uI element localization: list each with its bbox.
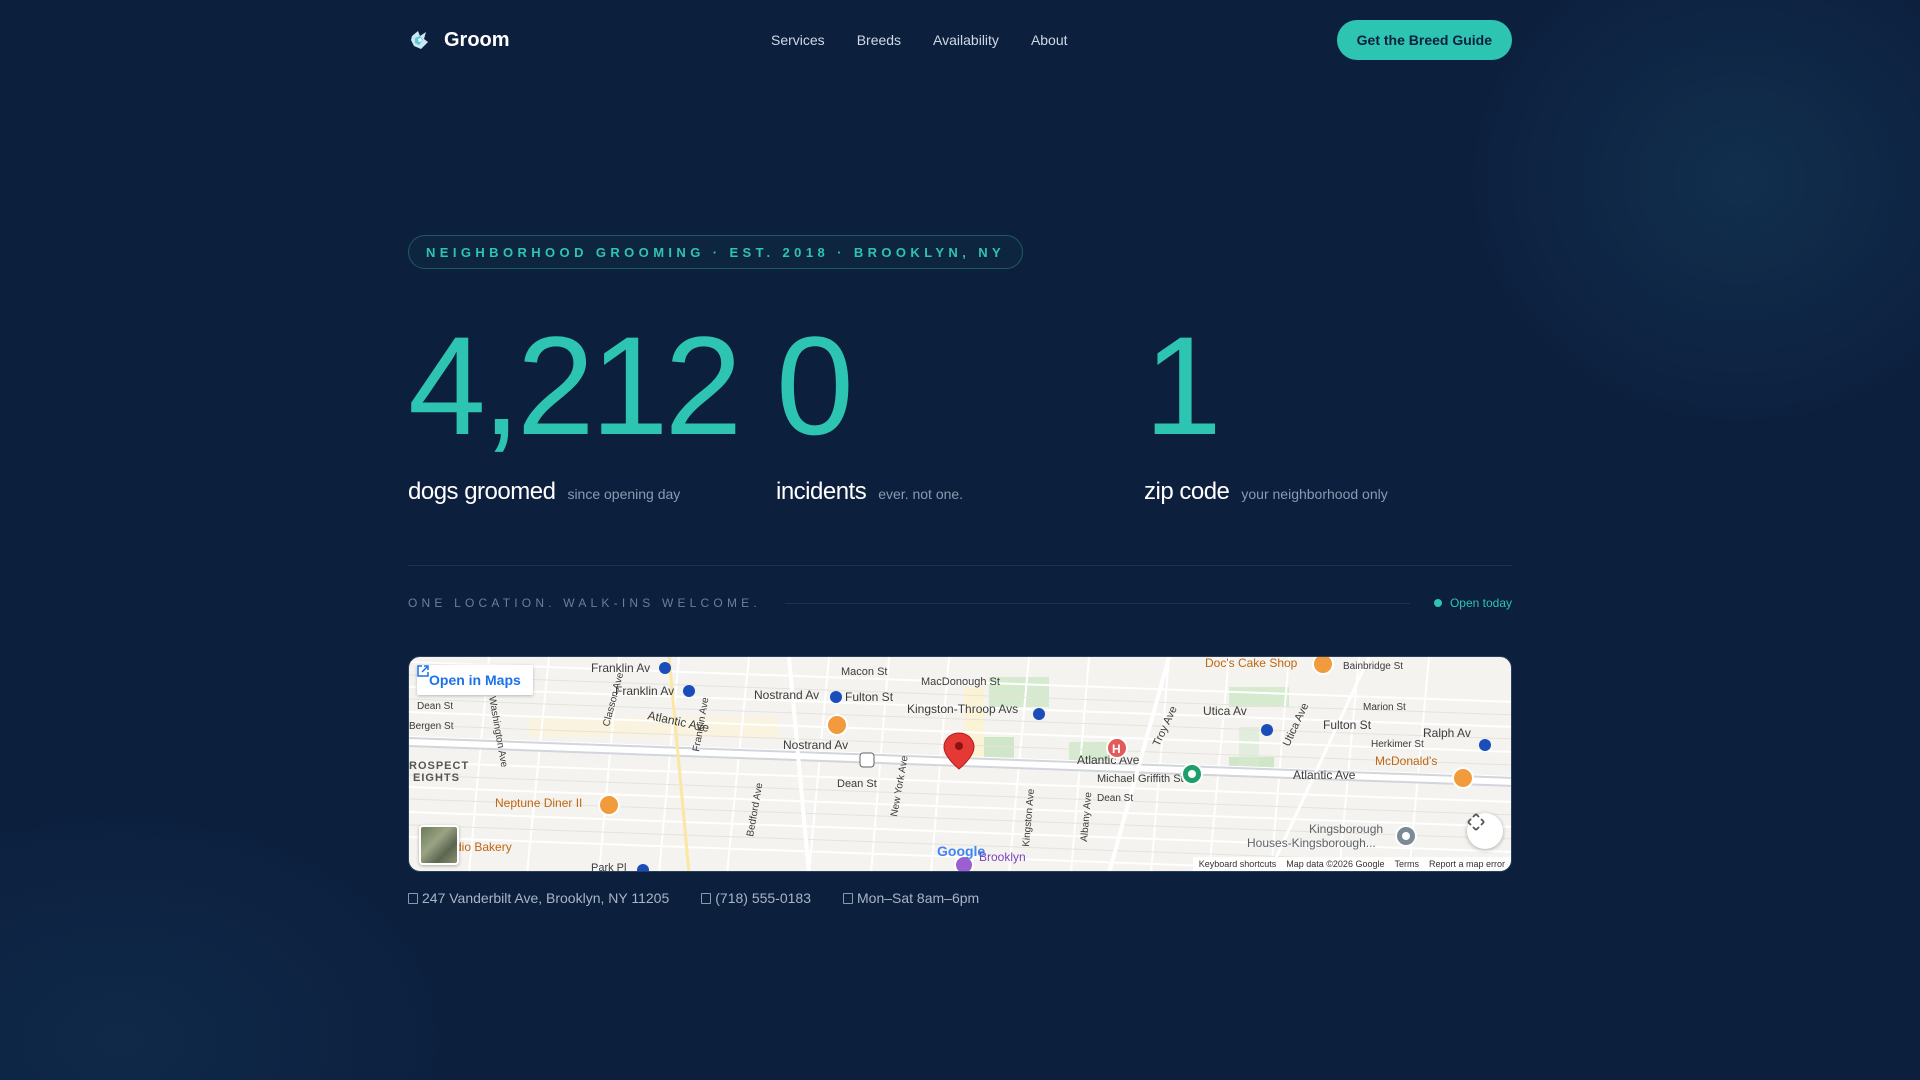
- stat-sub: ever. not one.: [878, 486, 964, 502]
- section-divider: [408, 565, 1512, 566]
- stat-value: 4,212: [408, 307, 742, 464]
- map-label: Fulton St: [845, 690, 894, 704]
- stat-sub: since opening day: [567, 486, 681, 502]
- keyboard-shortcuts-link[interactable]: Keyboard shortcuts: [1199, 859, 1277, 869]
- phone-item[interactable]: (718) 555-0183: [701, 890, 811, 906]
- open-in-maps-button[interactable]: Open in Maps: [417, 665, 533, 695]
- map-label: Franklin Av: [615, 684, 674, 698]
- background-glow: [0, 0, 1920, 1080]
- google-logo: Google: [937, 843, 985, 859]
- open-in-maps-label: Open in Maps: [429, 672, 521, 688]
- location-header: ONE LOCATION. WALK-INS WELCOME. Open tod…: [408, 596, 1512, 610]
- map-label: Bedford Ave: [745, 782, 765, 838]
- contact-info-row: 247 Vanderbilt Ave, Brooklyn, NY 11205 (…: [408, 890, 979, 906]
- location-title: ONE LOCATION. WALK-INS WELCOME.: [408, 596, 761, 610]
- top-nav: Groom Services Breeds Availability About…: [408, 20, 1512, 60]
- stat-dogs-groomed: 4,212 dogs groomed since opening day: [408, 316, 776, 506]
- map-label: Kingston-Throop Avs: [907, 702, 1018, 716]
- stat-label-row: dogs groomed since opening day: [408, 478, 776, 506]
- stat-zip-code: 1 zip code your neighborhood only: [1144, 316, 1512, 506]
- hospital-icon-glyph: H: [1112, 742, 1121, 756]
- stat-value: 1: [1144, 307, 1222, 464]
- map-label: Neptune Diner II: [495, 796, 582, 810]
- phone-icon: [701, 892, 712, 904]
- open-status-badge: Open today: [1433, 596, 1512, 610]
- map-label: Fulton St: [1323, 718, 1372, 732]
- open-status-text: Open today: [1449, 596, 1512, 610]
- park-pin-dot: [1188, 770, 1196, 778]
- stats-row: 4,212 dogs groomed since opening day 0 i…: [408, 316, 1512, 506]
- map-label: Brooklyn: [979, 850, 1026, 864]
- clock-icon: [843, 892, 853, 904]
- map-canvas[interactable]: Franklin Av Franklin Av Nostrand Av Fult…: [409, 657, 1512, 872]
- address-text: 247 Vanderbilt Ave, Brooklyn, NY 11205: [422, 890, 670, 906]
- hours-item: Mon–Sat 8am–6pm: [843, 890, 979, 906]
- map-label: Atlantic Ave: [1077, 753, 1140, 767]
- stat-value: 0: [776, 307, 854, 464]
- map-label: Bergen St: [409, 721, 454, 732]
- map-label: Ralph Av: [1423, 726, 1471, 740]
- map-label: Herkimer St: [1371, 739, 1424, 750]
- map-label: Atlantic Ave: [1293, 768, 1356, 782]
- stat-label: incidents: [776, 478, 867, 505]
- map-label: Dean St: [417, 701, 453, 712]
- hours-text: Mon–Sat 8am–6pm: [857, 890, 980, 906]
- map-label: Bainbridge St: [1343, 661, 1403, 672]
- map-label: Washington Ave: [486, 696, 509, 769]
- map-label: McDonald's: [1375, 754, 1437, 768]
- fullscreen-icon: [1467, 813, 1485, 831]
- brand-name: Groom: [444, 28, 510, 51]
- place-pin-dot: [1402, 832, 1410, 840]
- map-label: Houses-Kingsborough...: [1247, 836, 1376, 850]
- map-label: Marion St: [1363, 702, 1406, 713]
- fullscreen-button[interactable]: [1467, 813, 1503, 849]
- stat-label: dogs groomed: [408, 478, 556, 505]
- report-error-link[interactable]: Report a map error: [1429, 859, 1505, 869]
- nav-link-services[interactable]: Services: [771, 32, 825, 48]
- map-label: Nostrand Av: [754, 688, 819, 702]
- map-label: Nostrand Av: [783, 738, 848, 752]
- tagline-pill: NEIGHBORHOOD GROOMING · EST. 2018 · BROO…: [408, 235, 1024, 269]
- nav-link-breeds[interactable]: Breeds: [857, 32, 901, 48]
- map-label: Kingsborough: [1309, 822, 1383, 836]
- stat-label: zip code: [1144, 478, 1230, 505]
- location-divider: [784, 602, 1410, 604]
- bus-stop-icon[interactable]: [859, 752, 875, 768]
- breed-guide-button[interactable]: Get the Breed Guide: [1336, 20, 1512, 60]
- stat-incidents: 0 incidents ever. not one.: [776, 316, 1144, 506]
- nav-link-availability[interactable]: Availability: [933, 32, 999, 48]
- stat-label-row: zip code your neighborhood only: [1144, 478, 1512, 506]
- external-link-icon: [417, 665, 429, 677]
- nav-link-about[interactable]: About: [1031, 32, 1068, 48]
- location-map[interactable]: Franklin Av Franklin Av Nostrand Av Fult…: [408, 656, 1512, 872]
- map-attribution: Keyboard shortcuts Map data ©2026 Google…: [1192, 857, 1511, 871]
- phone-text: (718) 555-0183: [715, 890, 811, 906]
- map-label: MacDonough St: [921, 676, 1000, 688]
- brand[interactable]: Groom: [408, 28, 510, 52]
- address-item: 247 Vanderbilt Ave, Brooklyn, NY 11205: [408, 890, 669, 906]
- satellite-toggle-button[interactable]: [419, 825, 459, 865]
- map-label: Park Pl: [591, 862, 626, 872]
- status-dot-icon: [1433, 599, 1442, 607]
- terms-link[interactable]: Terms: [1394, 859, 1419, 869]
- map-label: Doc's Cake Shop: [1205, 657, 1298, 670]
- dog-logo-icon: [411, 31, 428, 49]
- tagline-text: NEIGHBORHOOD GROOMING · EST. 2018 · BROO…: [426, 244, 1006, 260]
- map-label: ROSPECT: [409, 760, 469, 772]
- map-label: Dean St: [837, 778, 877, 790]
- map-label: Michael Griffith St: [1097, 773, 1184, 785]
- map-label: Utica Av: [1203, 704, 1247, 718]
- location-icon: [408, 892, 418, 904]
- map-label: Dean St: [1097, 793, 1133, 804]
- map-data-credit: Map data ©2026 Google: [1286, 859, 1385, 869]
- stat-sub: your neighborhood only: [1241, 486, 1388, 502]
- stat-label-row: incidents ever. not one.: [776, 478, 1144, 506]
- google-logo-text: Google: [937, 843, 986, 859]
- map-label: EIGHTS: [413, 772, 460, 784]
- map-label: dio Bakery: [455, 840, 512, 854]
- nav-links: Services Breeds Availability About: [771, 32, 1068, 48]
- map-label: Macon St: [841, 666, 887, 678]
